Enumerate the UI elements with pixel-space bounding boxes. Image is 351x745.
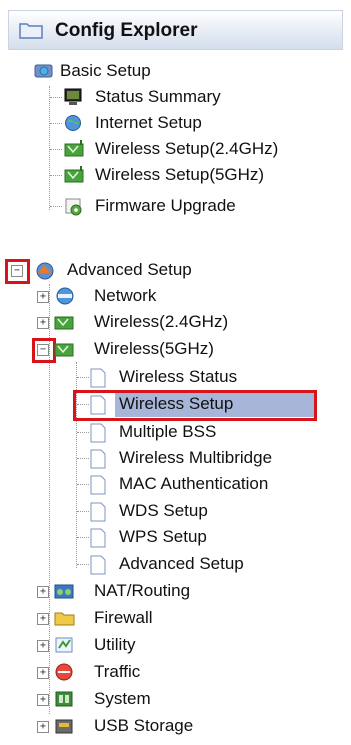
tree-label: MAC Authentication: [119, 474, 269, 493]
tree-label: Advanced Setup: [67, 260, 192, 279]
page-icon: [90, 555, 106, 575]
expand-toggle[interactable]: +: [37, 613, 49, 625]
expand-toggle[interactable]: +: [37, 640, 49, 652]
tree-node-nat-routing[interactable]: + NAT/Routing: [37, 580, 297, 604]
folder-icon: [19, 23, 43, 39]
tree-label: USB Storage: [94, 716, 194, 735]
page-icon: [90, 528, 106, 548]
expand-toggle[interactable]: +: [37, 694, 49, 706]
collapse-toggle[interactable]: −: [37, 344, 49, 356]
wireless-icon: [64, 140, 84, 157]
tree-label: System: [94, 689, 151, 708]
tree-label: Wireless Multibridge: [119, 448, 273, 467]
tree-item-internet-setup[interactable]: Internet Setup: [50, 112, 310, 136]
expand-toggle[interactable]: +: [37, 291, 49, 303]
monitor-icon: [64, 88, 82, 105]
traffic-icon: [55, 663, 73, 681]
tree-item-wireless-setup-2-4ghz[interactable]: Wireless Setup(2.4GHz): [50, 138, 340, 162]
tree-item-status-summary[interactable]: Status Summary: [50, 86, 310, 110]
tree-label: Wireless Status: [119, 367, 238, 386]
tree-node-traffic[interactable]: + Traffic: [37, 661, 297, 685]
system-icon: [55, 691, 73, 707]
tree-label: Network: [94, 286, 157, 305]
tree-label: WDS Setup: [119, 501, 208, 520]
page-icon: [90, 502, 106, 522]
tree-node-utility[interactable]: + Utility: [37, 634, 297, 658]
tree-label: Firewall: [94, 608, 153, 627]
tree-label: Wireless(5GHz): [94, 339, 214, 358]
config-explorer-header: Config Explorer: [8, 10, 343, 50]
tree-item-wireless-status[interactable]: Wireless Status: [77, 366, 337, 390]
basic-setup-icon: [34, 64, 53, 78]
tree-label: WPS Setup: [119, 527, 207, 546]
tree-node-usb-storage[interactable]: + USB Storage: [37, 715, 297, 739]
panel-title: Config Explorer: [55, 20, 198, 41]
tree-label: Basic Setup: [60, 61, 151, 80]
tree-node-firewall[interactable]: + Firewall: [37, 607, 297, 631]
page-icon: [90, 423, 106, 443]
tree-label: Status Summary: [95, 87, 221, 106]
expand-toggle[interactable]: +: [37, 317, 49, 329]
tree-item-advanced-setup[interactable]: Advanced Setup: [77, 553, 337, 577]
tree-item-multiple-bss[interactable]: Multiple BSS: [77, 421, 337, 445]
tree-node-wireless-5ghz[interactable]: − Wireless(5GHz): [37, 338, 297, 362]
page-icon: [90, 368, 106, 388]
tree-label: Multiple BSS: [119, 422, 217, 441]
tree-label: Utility: [94, 635, 136, 654]
tree-item-wds-setup[interactable]: WDS Setup: [77, 500, 337, 524]
tree-label: Wireless Setup(2.4GHz): [95, 139, 279, 158]
firewall-icon: [54, 612, 75, 626]
tree-node-wireless-2-4ghz[interactable]: + Wireless(2.4GHz): [37, 311, 297, 335]
wireless-icon: [64, 166, 84, 183]
collapse-toggle[interactable]: −: [11, 265, 23, 277]
tree-item-wireless-setup[interactable]: Wireless Setup: [77, 393, 317, 417]
tree-label: Advanced Setup: [119, 554, 244, 573]
tree-label: Internet Setup: [95, 113, 202, 132]
tree-node-basic-setup[interactable]: Basic Setup: [34, 60, 234, 84]
tree-label: Firmware Upgrade: [95, 196, 236, 215]
tree-item-wireless-setup-5ghz[interactable]: Wireless Setup(5GHz): [50, 164, 340, 188]
usb-storage-icon: [55, 719, 73, 734]
tree-label: Traffic: [94, 662, 141, 681]
page-icon: [90, 475, 106, 495]
utility-icon: [55, 637, 73, 653]
wireless-icon: [54, 343, 74, 357]
globe-icon: [65, 115, 81, 131]
routing-icon: [54, 584, 74, 599]
wireless-icon: [54, 316, 74, 330]
tree-label: NAT/Routing: [94, 581, 191, 600]
expand-toggle[interactable]: +: [37, 721, 49, 733]
tree-item-wps-setup[interactable]: WPS Setup: [77, 526, 337, 550]
tree-item-mac-authentication[interactable]: MAC Authentication: [77, 473, 337, 497]
network-icon: [56, 287, 74, 305]
tree-node-network[interactable]: + Network: [37, 285, 267, 309]
page-icon: [90, 449, 106, 469]
tree-label: Wireless Setup(5GHz): [95, 165, 265, 184]
expand-toggle[interactable]: +: [37, 586, 49, 598]
tree-item-wireless-multibridge[interactable]: Wireless Multibridge: [77, 447, 347, 471]
tree-item-firmware-upgrade[interactable]: Firmware Upgrade: [50, 195, 310, 219]
page-icon: [90, 395, 106, 415]
advanced-setup-icon: [36, 262, 54, 280]
tree-label: Wireless(2.4GHz): [94, 312, 229, 331]
tree-node-advanced-setup[interactable]: − Advanced Setup: [11, 259, 241, 283]
tree-node-system[interactable]: + System: [37, 688, 297, 712]
tree-label: Wireless Setup: [119, 394, 234, 413]
expand-toggle[interactable]: +: [37, 667, 49, 679]
gear-icon: [65, 198, 82, 216]
